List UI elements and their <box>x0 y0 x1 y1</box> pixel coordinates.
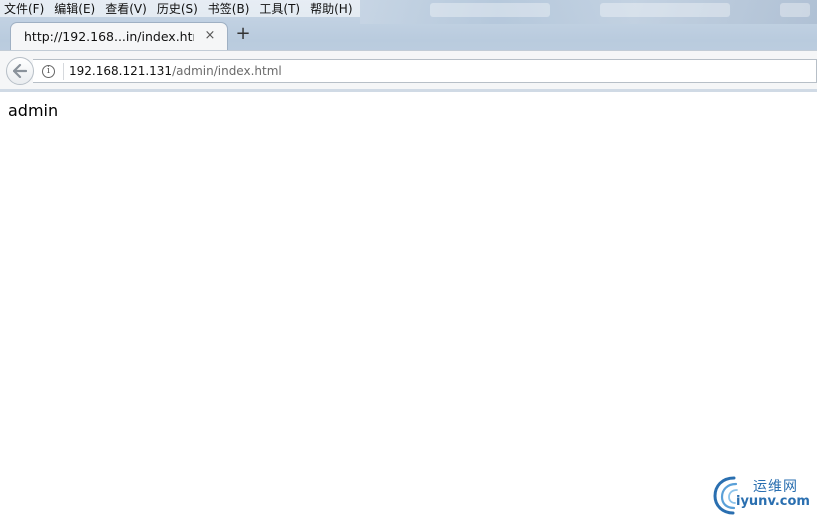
menu-bar: 文件(F) 编辑(E) 查看(V) 历史(S) 书签(B) 工具(T) 帮助(H… <box>0 0 360 17</box>
tab-active[interactable]: http://192.168...in/index.html × <box>10 22 228 50</box>
menu-item-edit[interactable]: 编辑(E) <box>54 1 95 17</box>
navigation-bar: i 192.168.121.131/admin/index.html <box>0 50 817 90</box>
info-icon[interactable]: i <box>42 65 55 78</box>
plus-icon[interactable]: + <box>234 24 252 44</box>
url-bar[interactable]: i 192.168.121.131/admin/index.html <box>33 59 817 83</box>
watermark-domain-text: iyunv.com <box>736 494 810 509</box>
menu-item-view[interactable]: 查看(V) <box>105 1 147 17</box>
menu-item-bookmarks[interactable]: 书签(B) <box>208 1 250 17</box>
menu-item-tools[interactable]: 工具(T) <box>259 1 300 17</box>
watermark-chinese-text: 运维网 <box>753 479 798 495</box>
url-text[interactable]: 192.168.121.131/admin/index.html <box>69 64 282 79</box>
menu-item-history[interactable]: 历史(S) <box>157 1 198 17</box>
tab-strip: http://192.168...in/index.html × + <box>0 20 817 50</box>
background-blur-block <box>430 3 550 17</box>
page-body-text: admin <box>8 101 59 120</box>
url-path: /admin/index.html <box>172 64 282 78</box>
tab-title: http://192.168...in/index.html <box>24 29 194 44</box>
menu-item-file[interactable]: 文件(F) <box>4 1 44 17</box>
menu-item-help[interactable]: 帮助(H) <box>310 1 352 17</box>
back-arrow-icon <box>13 64 27 78</box>
back-button[interactable] <box>6 57 34 85</box>
close-icon[interactable]: × <box>203 29 217 43</box>
watermark: 运维网 iyunv.com <box>712 472 812 516</box>
url-host: 192.168.121.131 <box>69 64 173 78</box>
browser-window: 文件(F) 编辑(E) 查看(V) 历史(S) 书签(B) 工具(T) 帮助(H… <box>0 0 817 520</box>
url-divider <box>63 63 64 80</box>
page-content: admin <box>0 92 817 520</box>
background-blur-block <box>600 3 730 17</box>
browser-chrome: 文件(F) 编辑(E) 查看(V) 历史(S) 书签(B) 工具(T) 帮助(H… <box>0 0 817 92</box>
background-blur-block <box>780 3 810 17</box>
